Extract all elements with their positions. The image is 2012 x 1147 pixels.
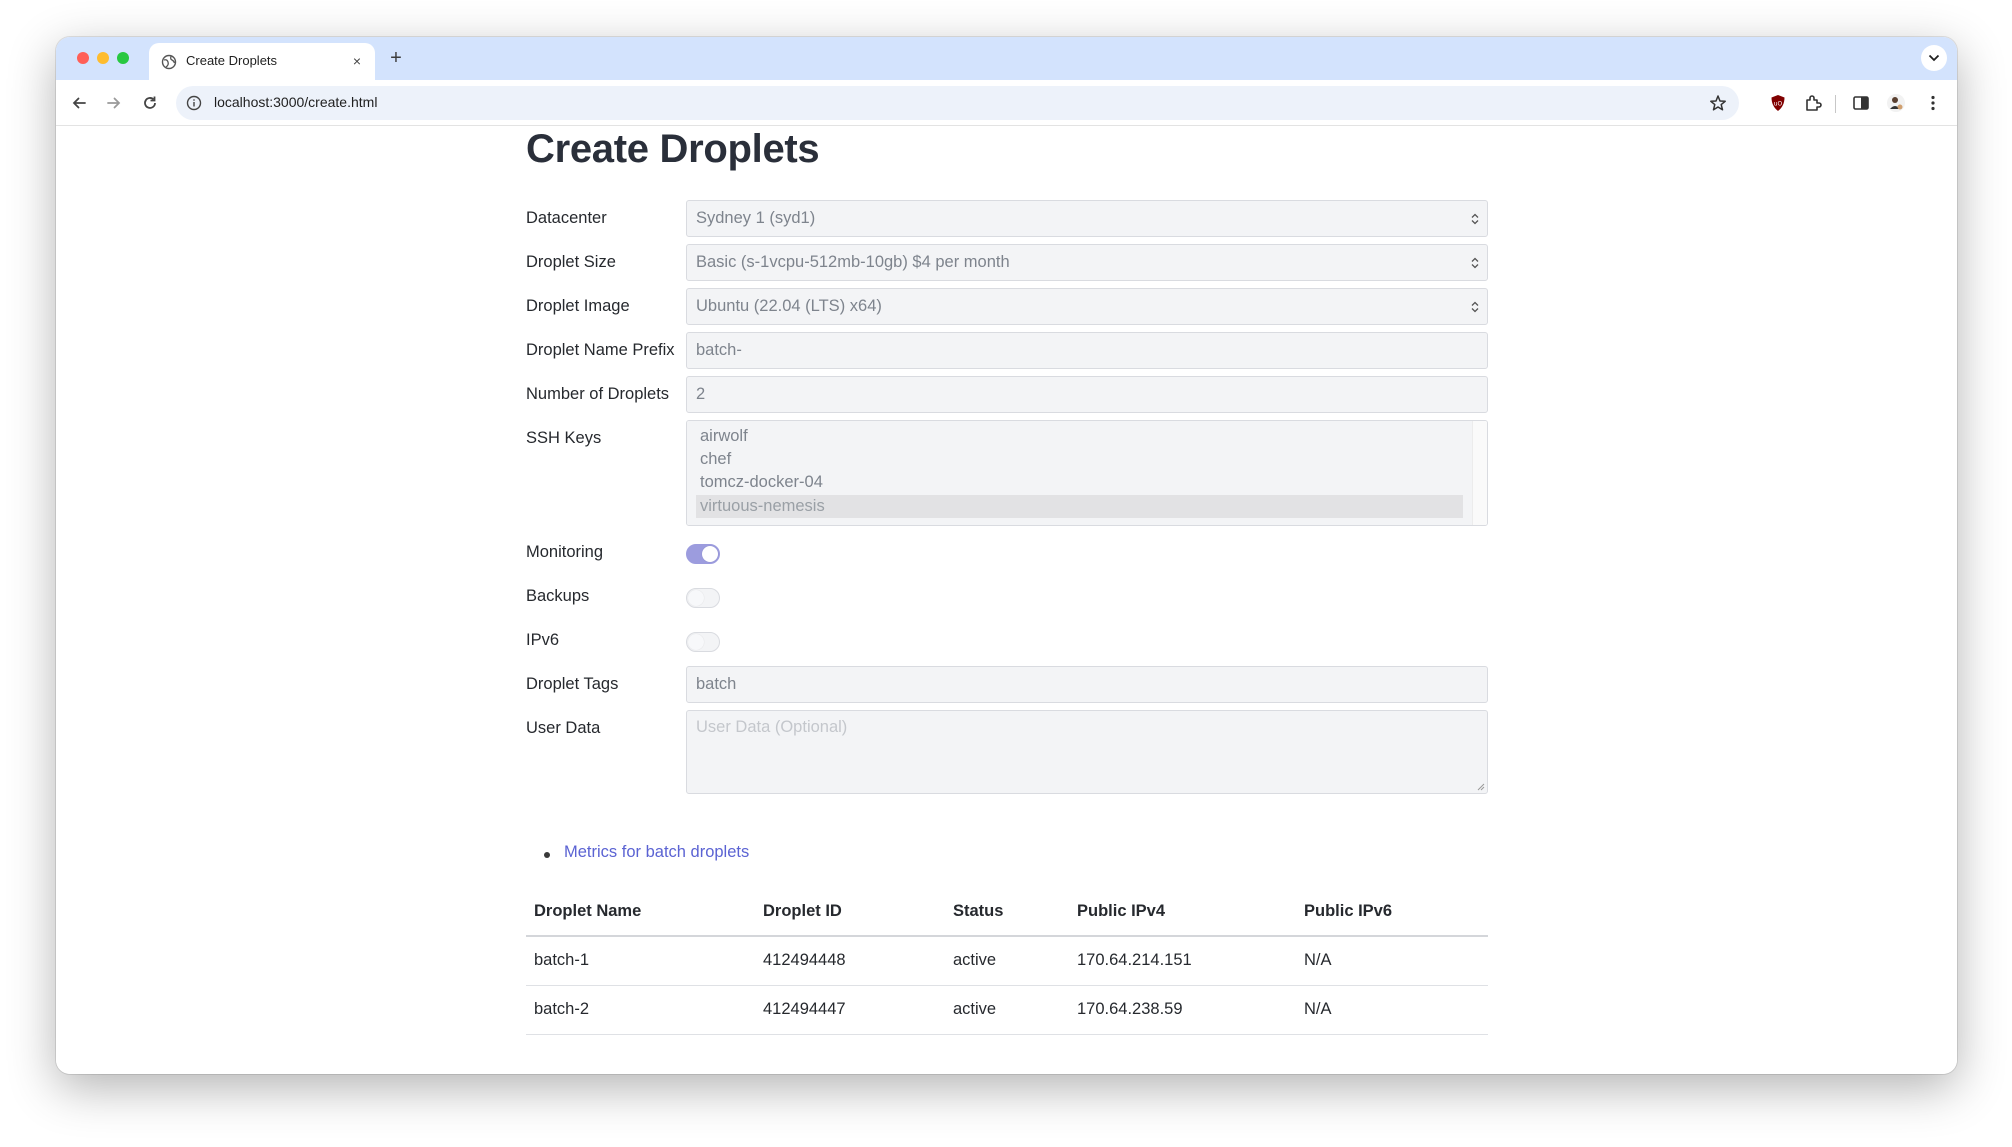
table-cell: active xyxy=(945,936,1069,986)
forward-icon[interactable] xyxy=(103,92,125,114)
page-title: Create Droplets xyxy=(526,127,820,171)
ssh-key-option[interactable]: chef xyxy=(696,448,1463,471)
droplet-image-select[interactable]: Ubuntu (22.04 (LTS) x64) xyxy=(686,288,1488,325)
tab-search-button[interactable] xyxy=(1921,45,1947,71)
tab-create-droplets[interactable]: Create Droplets × xyxy=(149,43,375,80)
monitoring-label: Monitoring xyxy=(526,543,604,561)
ssh-key-option-selected[interactable]: virtuous-nemesis xyxy=(696,495,1463,518)
name-prefix-input[interactable]: batch- xyxy=(686,332,1488,369)
select-caret-icon xyxy=(1471,257,1479,269)
address-bar[interactable]: localhost:3000/create.html xyxy=(176,86,1739,120)
user-data-label: User Data xyxy=(526,719,601,737)
ssh-keys-label: SSH Keys xyxy=(526,429,602,447)
site-info-icon[interactable] xyxy=(186,95,202,111)
bullet xyxy=(544,852,550,858)
backups-label: Backups xyxy=(526,587,590,605)
browser-window: Create Droplets × + localhost:3000/creat… xyxy=(56,37,1957,1074)
toggle-knob xyxy=(688,634,704,650)
tab-strip: Create Droplets × + xyxy=(56,37,1957,80)
droplet-tags-input[interactable]: batch xyxy=(686,666,1488,703)
resize-grip-icon[interactable] xyxy=(1477,783,1485,791)
ipv6-label: IPv6 xyxy=(526,631,560,649)
table-cell: N/A xyxy=(1296,936,1488,986)
datacenter-label: Datacenter xyxy=(526,209,607,227)
back-icon[interactable] xyxy=(68,92,90,114)
column-header: Public IPv6 xyxy=(1296,888,1488,937)
close-window-button[interactable] xyxy=(77,52,89,64)
table-row: batch-2 412494447 active 170.64.238.59 N… xyxy=(526,985,1488,1035)
reload-icon[interactable] xyxy=(139,92,161,114)
table-cell: batch-1 xyxy=(526,936,755,986)
user-data-placeholder: User Data (Optional) xyxy=(696,718,848,736)
table-cell: 170.64.214.151 xyxy=(1069,936,1296,986)
column-header: Droplet Name xyxy=(526,888,755,937)
more-menu-icon[interactable] xyxy=(1922,92,1944,114)
minimize-window-button[interactable] xyxy=(97,52,109,64)
globe-icon xyxy=(161,54,177,70)
tab-title: Create Droplets xyxy=(186,53,278,68)
ssh-keys-multiselect[interactable]: airwolf chef tomcz-docker-04 virtuous-ne… xyxy=(686,420,1488,526)
column-header: Status xyxy=(945,888,1069,937)
table-header-row: Droplet Name Droplet ID Status Public IP… xyxy=(526,888,1488,937)
bookmark-star-icon[interactable] xyxy=(1709,94,1727,112)
toggle-knob xyxy=(702,546,718,562)
metrics-link[interactable]: Metrics for batch droplets xyxy=(564,843,749,862)
droplet-size-select[interactable]: Basic (s-1vcpu-512mb-10gb) $4 per month xyxy=(686,244,1488,281)
ssh-keys-scrollbar[interactable] xyxy=(1472,421,1487,525)
droplet-tags-label: Droplet Tags xyxy=(526,675,619,693)
table-cell: 170.64.238.59 xyxy=(1069,985,1296,1035)
droplet-size-value: Basic (s-1vcpu-512mb-10gb) $4 per month xyxy=(696,253,1010,271)
browser-toolbar: localhost:3000/create.html uO xyxy=(56,80,1957,126)
maximize-window-button[interactable] xyxy=(117,52,129,64)
ssh-key-option[interactable]: airwolf xyxy=(696,425,1463,448)
backups-toggle[interactable] xyxy=(686,588,720,608)
datacenter-select[interactable]: Sydney 1 (syd1) xyxy=(686,200,1488,237)
tab-close-icon[interactable]: × xyxy=(349,53,365,69)
droplet-size-label: Droplet Size xyxy=(526,253,616,271)
droplet-count-label: Number of Droplets xyxy=(526,385,670,403)
droplets-table: Droplet Name Droplet ID Status Public IP… xyxy=(526,888,1488,1035)
table-cell: N/A xyxy=(1296,985,1488,1035)
monitoring-toggle[interactable] xyxy=(686,544,720,564)
page-content: Create Droplets Datacenter Sydney 1 (syd… xyxy=(56,126,1957,1074)
droplet-image-label: Droplet Image xyxy=(526,297,630,315)
table-row: batch-1 412494448 active 170.64.214.151 … xyxy=(526,936,1488,986)
ublock-shield-icon[interactable]: uO xyxy=(1767,92,1789,114)
toggle-knob xyxy=(688,590,704,606)
table-cell: active xyxy=(945,985,1069,1035)
extensions-puzzle-icon[interactable] xyxy=(1802,92,1824,114)
table-cell: batch-2 xyxy=(526,985,755,1035)
new-tab-button[interactable]: + xyxy=(386,48,406,68)
table-cell: 412494448 xyxy=(755,936,945,986)
column-header: Droplet ID xyxy=(755,888,945,937)
droplet-count-input[interactable]: 2 xyxy=(686,376,1488,413)
url-text[interactable]: localhost:3000/create.html xyxy=(214,94,377,110)
select-caret-icon xyxy=(1471,213,1479,225)
toolbar-divider xyxy=(1835,95,1836,113)
table-cell: 412494447 xyxy=(755,985,945,1035)
ipv6-toggle[interactable] xyxy=(686,632,720,652)
ssh-key-option[interactable]: tomcz-docker-04 xyxy=(696,471,1463,494)
svg-text:uO: uO xyxy=(1774,101,1783,108)
droplet-image-value: Ubuntu (22.04 (LTS) x64) xyxy=(696,297,882,315)
chevron-down-icon xyxy=(1928,54,1940,62)
datacenter-value: Sydney 1 (syd1) xyxy=(696,209,816,227)
user-data-textarea[interactable]: User Data (Optional) xyxy=(686,710,1488,794)
column-header: Public IPv4 xyxy=(1069,888,1296,937)
side-panel-icon[interactable] xyxy=(1850,92,1872,114)
name-prefix-label: Droplet Name Prefix xyxy=(526,341,675,359)
profile-avatar-icon[interactable] xyxy=(1885,92,1907,114)
select-caret-icon xyxy=(1471,301,1479,313)
